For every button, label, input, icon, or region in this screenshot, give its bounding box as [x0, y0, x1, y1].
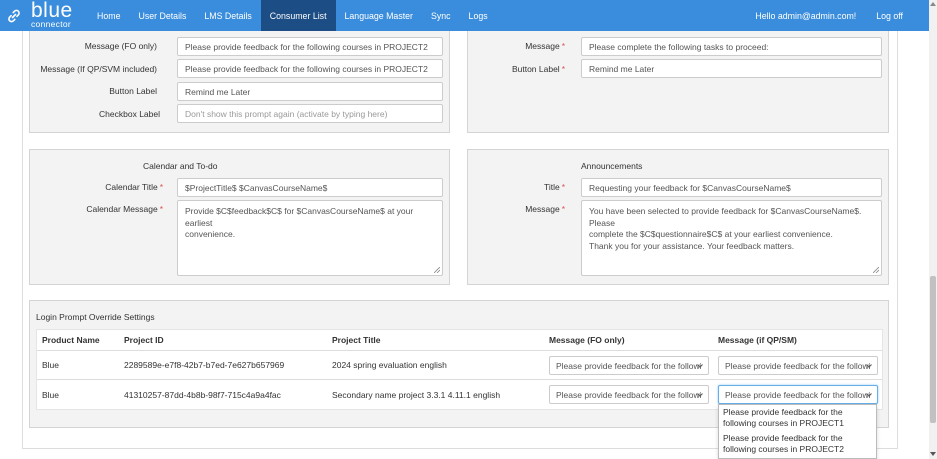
required-marker: * — [159, 204, 163, 214]
cell-product: Blue — [42, 360, 60, 370]
table-header: Product Name Project ID Project Title Me… — [37, 330, 882, 351]
announcements-panel-title: Announcements — [581, 161, 643, 171]
button-label-input-left[interactable]: Remind me Later — [177, 82, 443, 101]
nav-language-master[interactable]: Language Master — [336, 0, 422, 31]
message-qp-select-open[interactable]: Please provide feedback for the followi — [718, 385, 878, 404]
scroll-up-icon[interactable] — [930, 2, 936, 6]
select-value: Please provide feedback for the followi — [725, 389, 871, 400]
override-table: Product Name Project ID Project Title Me… — [36, 329, 883, 410]
message-fo-label: Message (FO only) — [84, 41, 157, 51]
calendar-message-text: Provide $C$feedback$C$ for $CanvasCourse… — [185, 206, 414, 239]
message-label-right: Message * — [525, 41, 565, 51]
checkbox-label-label: Checkbox Label — [99, 109, 160, 119]
message-fo-select[interactable]: Please provide feedback for the followi — [549, 385, 709, 404]
link-icon — [8, 9, 20, 22]
calendar-title-input[interactable]: $ProjectTitle$ $CanvasCourseName$ — [177, 178, 443, 197]
nav-logs[interactable]: Logs — [460, 0, 497, 31]
dropdown-option-project2[interactable]: Please provide feedback for the followin… — [719, 431, 876, 457]
message-fo-select[interactable]: Please provide feedback for the followi — [549, 356, 709, 375]
col-project-id: Project ID — [124, 335, 164, 345]
user-greeting-link[interactable]: Hello admin@admin.com! — [745, 0, 866, 31]
announcement-message-textarea[interactable]: You have been selected to provide feedba… — [581, 200, 882, 276]
logout-link[interactable]: Log off — [866, 0, 929, 31]
calendar-panel-title: Calendar and To-do — [143, 161, 218, 171]
nav-home[interactable]: Home — [88, 0, 129, 31]
calendar-message-textarea[interactable]: Provide $C$feedback$C$ for $CanvasCourse… — [177, 200, 443, 276]
required-marker: * — [561, 204, 565, 214]
message-qp-input[interactable]: Please provide feedback for the followin… — [177, 59, 443, 78]
top-navbar: blue connector Home User Details LMS Det… — [0, 0, 929, 31]
brand-name: blue — [31, 0, 73, 22]
col-message-qp: Message (if QP/SM) — [718, 335, 797, 345]
calendar-message-label: Calendar Message * — [86, 204, 163, 214]
table-row: Blue 2289589e-e7f8-42b7-b7ed-7e627b65796… — [37, 351, 882, 380]
announcement-title-input[interactable]: Requesting your feedback for $CanvasCour… — [581, 178, 882, 197]
nav-consumer-list[interactable]: Consumer List — [260, 0, 336, 31]
override-panel-title: Login Prompt Override Settings — [36, 312, 155, 322]
nav-lms-details[interactable]: LMS Details — [195, 0, 260, 31]
button-label-input-right[interactable]: Remind me Later — [581, 59, 882, 78]
message-qp-select[interactable]: Please provide feedback for the followi — [718, 356, 878, 375]
announcement-message-text: You have been selected to provide feedba… — [589, 206, 862, 251]
nav-user-area: Hello admin@admin.com! Log off — [745, 0, 929, 31]
chevron-down-icon — [697, 393, 703, 397]
select-value: Please provide feedback for the followi — [725, 360, 871, 371]
cell-project-id: 2289589e-e7f8-42b7-b7ed-7e627b657969 — [124, 360, 285, 370]
select-value: Please provide feedback for the followi — [556, 360, 702, 371]
brand-text: blue connector — [31, 0, 73, 29]
cell-project-title: Secondary name project 3.3.1 4.11.1 engl… — [332, 389, 501, 400]
announcement-title-label: Title * — [543, 182, 565, 192]
required-marker: * — [561, 41, 565, 51]
nav-user-details[interactable]: User Details — [129, 0, 195, 31]
scroll-down-icon[interactable] — [930, 452, 936, 456]
nav-sync[interactable]: Sync — [422, 0, 460, 31]
col-message-fo: Message (FO only) — [549, 335, 625, 345]
button-label-label-left: Button Label — [109, 86, 157, 96]
required-marker: * — [561, 64, 565, 74]
cell-project-id: 41310257-87dd-4b8b-98f7-715c4a9a4fac — [124, 389, 281, 400]
message-qp-label: Message (If QP/SVM included) — [40, 64, 157, 74]
checkbox-label-input[interactable]: Don't show this prompt again (activate b… — [177, 104, 443, 123]
required-marker: * — [561, 182, 565, 192]
chevron-down-icon — [866, 364, 872, 368]
brand-logo[interactable]: blue connector — [0, 0, 88, 31]
col-product-name: Product Name — [42, 335, 100, 345]
chevron-down-icon — [866, 393, 872, 397]
select-value: Please provide feedback for the followi — [556, 389, 702, 400]
page-scrollbar[interactable] — [929, 0, 937, 459]
calendar-title-label: Calendar Title * — [105, 182, 163, 192]
message-input-right[interactable]: Please complete the following tasks to p… — [581, 37, 882, 56]
dropdown-option-project1[interactable]: Please provide feedback for the followin… — [719, 405, 876, 431]
scrollbar-thumb[interactable] — [930, 276, 936, 423]
chevron-down-icon — [697, 364, 703, 368]
cell-project-title: 2024 spring evaluation english — [332, 360, 447, 370]
resize-grip-icon[interactable] — [434, 267, 440, 273]
col-project-title: Project Title — [332, 335, 381, 345]
resize-grip-icon[interactable] — [873, 267, 879, 273]
brand-subtitle: connector — [31, 18, 72, 29]
button-label-label-right: Button Label * — [511, 64, 565, 74]
message-dropdown-list: Please provide feedback for the followin… — [718, 404, 877, 459]
announcement-message-label: Message * — [525, 204, 565, 214]
message-fo-input[interactable]: Please provide feedback for the followin… — [177, 37, 443, 56]
cell-product: Blue — [42, 389, 60, 400]
required-marker: * — [159, 182, 163, 192]
